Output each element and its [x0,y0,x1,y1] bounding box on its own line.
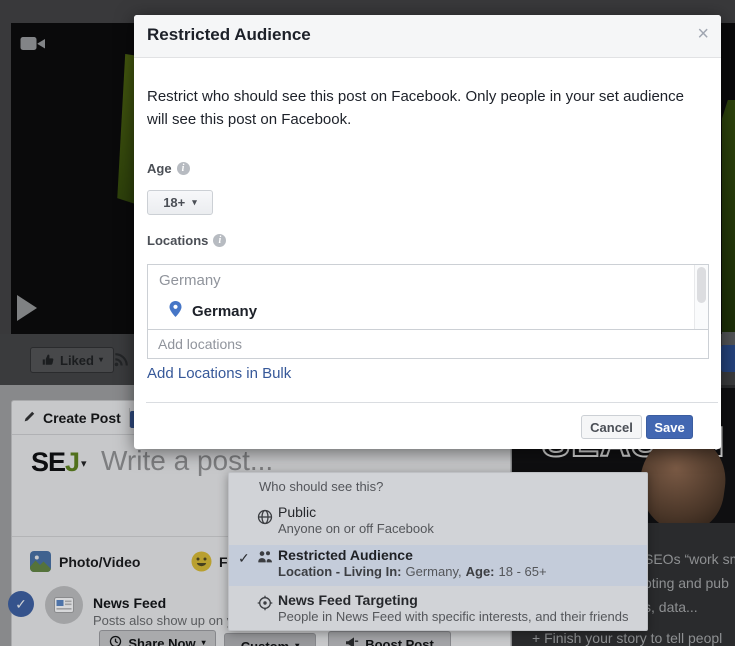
info-icon[interactable]: i [177,162,190,175]
age-label-row: Age i [147,161,190,176]
menu-option-nft-subtitle: People in News Feed with specific intere… [278,609,628,624]
megaphone-icon [345,636,359,646]
age-value: 18+ [163,195,185,210]
post-text-fragment: SEOs “work sm [644,551,735,567]
scrollbar-thumb[interactable] [697,267,706,303]
add-locations-input[interactable] [147,329,709,359]
age-label: Age: [466,564,495,579]
chevron-down-icon: ▾ [295,642,299,646]
logo-j: J [65,447,79,477]
location-living-in-label: Location - Living In: [278,564,402,579]
chevron-down-icon: ▾ [192,198,197,207]
photo-video-icon [30,551,51,577]
menu-option-news-feed-targeting[interactable]: News Feed Targeting [278,592,418,608]
restricted-audience-modal: Restricted Audience × Restrict who shoul… [134,15,721,449]
liked-label: Liked [60,353,94,368]
liked-button[interactable]: Liked ▾ [30,347,114,373]
clock-icon [109,635,122,646]
audience-menu: Who should see this? Public Anyone on or… [228,472,648,631]
custom-audience-button[interactable]: Custom ▾ [224,633,316,646]
post-text-fragment: + Finish your story to tell peopl [532,630,722,646]
target-icon [257,595,273,616]
age-dropdown[interactable]: 18+ ▾ [147,190,213,215]
save-button[interactable]: Save [646,415,693,439]
modal-header: Restricted Audience × [134,15,721,58]
scrollbar[interactable] [694,265,708,329]
play-icon[interactable] [17,295,37,321]
video-content-green-shape-right [722,100,735,332]
modal-description: Restrict who should see this post on Fac… [147,85,695,131]
thumbs-up-icon [41,352,55,369]
tab-create-post[interactable]: Create Post [43,410,121,426]
post-text-fragment: s, data... [644,599,698,615]
info-icon[interactable]: i [213,234,226,247]
photo-video-button[interactable]: Photo/Video [59,554,140,570]
feeling-emoji-icon [191,551,212,577]
cancel-button[interactable]: Cancel [581,415,642,439]
message-button-fragment[interactable] [721,345,735,372]
custom-label: Custom [241,639,289,646]
video-camera-icon [20,35,46,58]
news-feed-avatar-icon [45,586,83,624]
location-suggestion-row[interactable]: Germany [148,295,694,328]
chevron-down-icon: ▾ [99,356,103,364]
pencil-icon [23,410,36,428]
globe-icon [257,509,273,530]
menu-option-restricted-audience[interactable]: Restricted Audience [278,547,413,563]
age-range-value: 18 - 65+ [499,564,547,579]
location-value: Germany, [406,564,462,579]
page-switcher-caret-icon[interactable]: ▾ [81,459,87,470]
boost-post-button[interactable]: Boost Post [328,631,451,646]
audience-menu-header: Who should see this? [259,479,383,494]
modal-title: Restricted Audience [147,25,311,45]
selected-check-icon: ✓ [238,550,250,567]
menu-option-public-subtitle: Anyone on or off Facebook [278,521,434,536]
news-feed-check-icon: ✓ [8,591,34,617]
location-query-text: Germany [159,272,221,289]
location-suggestion-name: Germany [192,303,257,320]
locations-typeahead[interactable]: Germany Germany [147,264,709,330]
chrome-fragment [722,332,735,345]
menu-option-restricted-subtitle: Location - Living In: Germany, Age: 18 - 65… [278,564,551,579]
news-feed-subtitle: Posts also show up on y [93,613,233,628]
page-logo[interactable]: SEJ [31,447,79,478]
footer-divider [146,402,718,403]
post-text-fragment: oting and pub [644,575,729,591]
share-now-button[interactable]: Share Now ▾ [99,630,216,646]
close-icon[interactable]: × [697,23,709,46]
people-icon [257,549,273,569]
share-now-label: Share Now [128,636,195,646]
boost-post-label: Boost Post [365,637,434,646]
age-label: Age [147,161,172,176]
check-glyph: ✓ [15,596,27,612]
logo-se: SE [31,447,65,477]
facebook-theater-view: Liked ▾ Create Post SEJ ▾ Write a post..… [0,0,735,646]
follow-rss-icon[interactable] [112,349,131,373]
locations-label-row: Locations i [147,233,226,248]
chevron-down-icon: ▾ [202,639,206,646]
add-locations-in-bulk-link[interactable]: Add Locations in Bulk [147,365,291,382]
news-feed-title: News Feed [93,595,166,611]
menu-option-public[interactable]: Public [278,504,316,520]
map-pin-icon [169,301,182,322]
locations-label: Locations [147,233,208,248]
